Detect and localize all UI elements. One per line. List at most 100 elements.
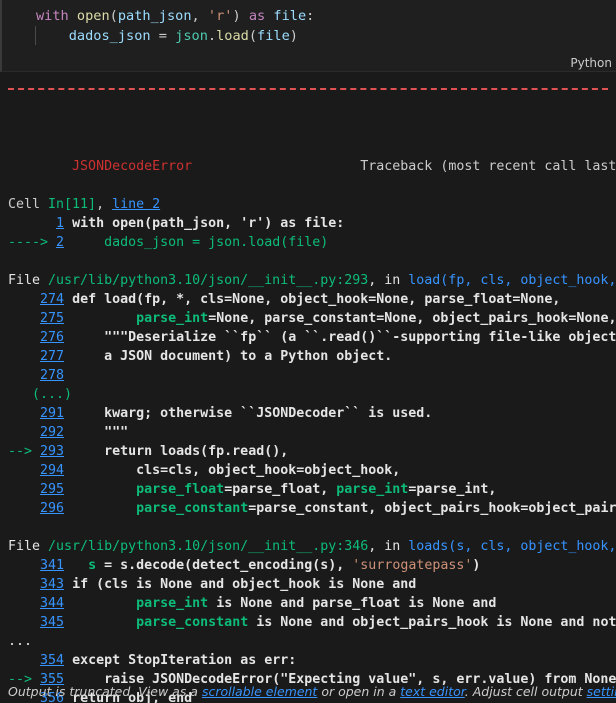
traceback-token xyxy=(8,216,56,231)
code-token: json xyxy=(175,28,208,44)
code-line: with open(path_json, 'r') as file: xyxy=(36,6,314,26)
code-token: as xyxy=(240,8,274,24)
traceback-token: def load(fp, *, cls=None, object_hook=No… xyxy=(72,292,561,307)
source-line-number[interactable]: 291 xyxy=(40,406,64,421)
traceback-token: Cell xyxy=(8,197,49,212)
traceback-header-row: JSONDecodeError Traceback (most recent c… xyxy=(8,138,616,174)
traceback-line: Cell In[11], line 2 xyxy=(8,195,616,214)
notebook-output-view: with open(path_json, 'r') as file: dados… xyxy=(0,0,616,703)
traceback-token xyxy=(64,482,136,497)
traceback-token xyxy=(64,311,136,326)
source-line-number[interactable]: 294 xyxy=(40,463,64,478)
traceback-token: =parse_int, xyxy=(408,482,497,497)
error-separator-rule xyxy=(8,88,608,90)
traceback-token: ) xyxy=(472,558,481,573)
source-line-number[interactable]: 344 xyxy=(40,596,64,611)
code-token: open xyxy=(76,8,110,24)
traceback-token xyxy=(64,501,136,516)
traceback-token: """Deserialize ``fp`` (a ``.read()``-sup… xyxy=(104,330,616,345)
source-line-number[interactable]: 292 xyxy=(40,425,64,440)
code-cell[interactable]: with open(path_json, 'r') as file: dados… xyxy=(0,0,616,72)
traceback-token: parse_constant xyxy=(136,501,249,516)
traceback-token: , in xyxy=(368,539,409,554)
traceback-header-label: Traceback (most recent call last) xyxy=(360,159,616,174)
code-token: ( xyxy=(248,28,258,44)
settings-link[interactable]: settings xyxy=(587,684,616,699)
source-line-number[interactable]: 2 xyxy=(56,235,64,250)
code-token: load xyxy=(216,28,249,44)
exception-name: JSONDecodeError xyxy=(72,159,193,174)
traceback-line: 278 xyxy=(8,366,616,385)
traceback-token xyxy=(8,349,40,364)
traceback-line: 274 def load(fp, *, cls=None, object_hoo… xyxy=(8,290,616,309)
code-editor-content[interactable]: with open(path_json, 'r') as file: dados… xyxy=(36,6,314,46)
traceback-token: ... xyxy=(8,634,33,649)
traceback-token xyxy=(64,596,136,611)
source-line-number[interactable]: 341 xyxy=(40,558,64,573)
traceback-token: , in xyxy=(368,273,409,288)
traceback-token xyxy=(8,558,40,573)
traceback-line: 344 parse_int is None and parse_float is… xyxy=(8,594,616,613)
traceback-token: dados_json = json.load(file) xyxy=(104,235,329,250)
source-line-number[interactable]: 276 xyxy=(40,330,64,345)
truncation-text-1: Output is truncated. View as a xyxy=(8,684,202,699)
source-line-number[interactable]: 296 xyxy=(40,501,64,516)
code-token: dados_json xyxy=(68,28,151,44)
truncation-text-2: or open in a xyxy=(317,684,401,699)
traceback-line: --> 293 return loads(fp.read(), xyxy=(8,442,616,461)
traceback-line: 295 parse_float=parse_float, parse_int=p… xyxy=(8,480,616,499)
source-line-number[interactable]: 345 xyxy=(40,615,64,630)
source-line-number[interactable]: 295 xyxy=(40,482,64,497)
traceback-token xyxy=(8,577,40,592)
output-truncation-notice: Output is truncated. View as a scrollabl… xyxy=(8,684,616,699)
source-line-number[interactable]: 275 xyxy=(40,311,64,326)
traceback-token xyxy=(8,596,40,611)
traceback-token: load(fp, cls, object_hook, pa xyxy=(408,273,616,288)
traceback-token: if (cls is None and object_hook is None … xyxy=(72,577,417,592)
traceback-line: 343 if (cls is None and object_hook is N… xyxy=(8,575,616,594)
traceback-token: is None and parse_float is None and xyxy=(208,596,497,611)
traceback-token: File xyxy=(8,273,49,288)
code-token: , xyxy=(191,8,208,24)
source-line-number[interactable]: 277 xyxy=(40,349,64,364)
traceback-token xyxy=(64,292,72,307)
traceback-token: parse_float xyxy=(136,482,225,497)
text-editor-link[interactable]: text editor xyxy=(400,684,465,699)
traceback-token: , xyxy=(96,197,113,212)
traceback-token: """ xyxy=(104,425,129,440)
traceback-line: ----> 2 dados_json = json.load(file) xyxy=(8,233,616,252)
traceback-token: /usr/lib/python3.10/json/__init__.py:346 xyxy=(48,539,369,554)
traceback-token: (...) xyxy=(32,387,73,402)
cell-language-label[interactable]: Python xyxy=(570,56,612,70)
cell-output: JSONDecodeError Traceback (most recent c… xyxy=(0,72,616,703)
traceback-line: 276 """Deserialize ``fp`` (a ``.read()``… xyxy=(8,328,616,347)
traceback-token xyxy=(64,406,104,421)
traceback-token: with open(path_json, 'r') as file: xyxy=(72,216,345,231)
traceback-token xyxy=(64,577,72,592)
traceback-token: a JSON document) to a Python object. xyxy=(104,349,393,364)
traceback-token xyxy=(64,425,104,440)
traceback-token: parse_constant xyxy=(136,615,249,630)
traceback-token: /usr/lib/python3.10/json/__init__.py:293 xyxy=(48,273,369,288)
source-line-number[interactable]: 354 xyxy=(40,653,64,668)
source-line-number[interactable]: 278 xyxy=(40,368,64,383)
traceback-rows: Cell In[11], line 2 1 with open(path_jso… xyxy=(8,195,616,703)
code-token: . xyxy=(207,28,217,44)
traceback-line: 277 a JSON document) to a Python object. xyxy=(8,347,616,366)
source-line-number[interactable]: 1 xyxy=(56,216,64,231)
code-token: ) xyxy=(232,8,241,24)
source-line-number[interactable]: 293 xyxy=(40,444,64,459)
code-token: = xyxy=(150,28,176,44)
traceback-line: ... xyxy=(8,632,616,651)
traceback-token xyxy=(8,330,40,345)
cell-line-link[interactable]: line 2 xyxy=(112,197,160,212)
source-line-number[interactable]: 274 xyxy=(40,292,64,307)
source-line-number[interactable]: 343 xyxy=(40,577,64,592)
scrollable-element-link[interactable]: scrollable element xyxy=(202,684,317,699)
traceback-token: parse_int xyxy=(136,311,209,326)
code-token: 'r' xyxy=(207,8,233,24)
traceback-line: File /usr/lib/python3.10/json/__init__.p… xyxy=(8,271,616,290)
traceback-line: (...) xyxy=(8,385,616,404)
traceback-line: 345 parse_constant is None and object_pa… xyxy=(8,613,616,632)
traceback-token: --> xyxy=(8,444,41,459)
